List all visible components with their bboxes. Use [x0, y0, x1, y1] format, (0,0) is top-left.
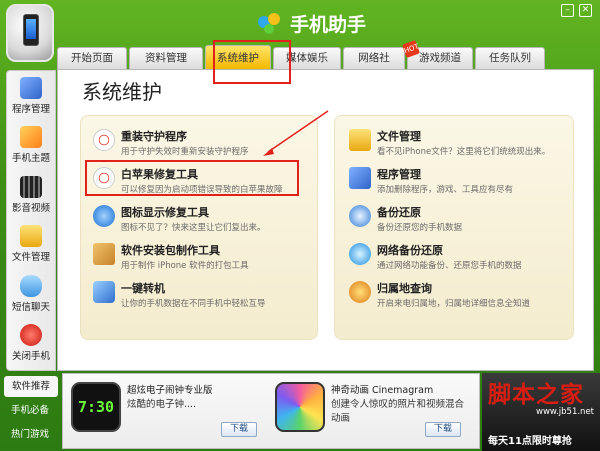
tool-highlight-box	[85, 160, 299, 196]
advertisement[interactable]: 脚本之家 www.jb51.net 每天11点限时尊抢	[482, 373, 600, 451]
tab-community[interactable]: 网络社区	[343, 47, 405, 85]
tab-task-queue[interactable]: 任务队列	[475, 47, 545, 69]
sms-icon	[20, 274, 42, 297]
page-title: 系统维护	[82, 80, 162, 104]
download-button[interactable]: 下载	[221, 422, 257, 437]
bottom-tab-recommended[interactable]: 软件推荐	[4, 376, 58, 397]
phone-logo-icon	[6, 4, 54, 62]
power-icon	[20, 324, 42, 347]
butterfly-logo-icon	[258, 12, 284, 35]
app-card-cinemagram: 神奇动画 Cinemagram 创建令人惊叹的照片和视频混合动画 下载	[275, 380, 475, 444]
cloud-backup-icon	[349, 243, 371, 265]
first-aid-icon	[93, 129, 115, 151]
app-name: 神奇动画 Cinemagram	[331, 385, 434, 396]
sidebar-item-power[interactable]: 关闭手机	[7, 319, 55, 369]
sidebar-item-files[interactable]: 文件管理	[7, 220, 55, 270]
apps-icon	[20, 76, 42, 99]
sidebar-item-themes[interactable]: 手机主题	[7, 121, 55, 171]
transfer-icon	[93, 281, 115, 303]
folder-icon	[349, 129, 371, 151]
ad-brand: 脚本之家	[488, 381, 584, 408]
minimize-icon[interactable]: –	[561, 4, 574, 17]
tool-reinstall-daemon[interactable]: 重装守护程序 用于守护失效时重新安装守护程序	[93, 128, 249, 157]
sidebar-item-video[interactable]: 影音视频	[7, 170, 55, 220]
tool-one-click-transfer[interactable]: 一键转机 让你的手机数据在不同手机中轻松互导	[93, 280, 266, 309]
tool-file-management[interactable]: 文件管理 看不见iPhone文件？这里将它们统统现出来。	[349, 128, 550, 157]
apps-icon	[349, 167, 371, 189]
app-desc: 炫酷的电子钟....	[127, 399, 197, 410]
ad-site: www.jb51.net	[536, 407, 595, 417]
cinemagram-app-icon[interactable]	[275, 382, 325, 432]
tool-icon-repair[interactable]: 图标显示修复工具 图标不见了？快来这里让它们复出来。	[93, 204, 266, 233]
tab-highlight-box	[213, 40, 291, 84]
app-title: 手机助手	[258, 10, 366, 37]
app-recommendations: 7:30 超炫电子闹钟专业版 炫酷的电子钟.... 下载 神奇动画 Cinema…	[62, 373, 480, 449]
tool-app-management[interactable]: 程序管理 添加删除程序，游戏、工具应有尽有	[349, 166, 513, 195]
clock-app-icon[interactable]: 7:30	[71, 382, 121, 432]
bottom-tab-hot-games[interactable]: 热门游戏	[0, 424, 60, 445]
app-name: 超炫电子闹钟专业版	[127, 385, 213, 396]
theme-icon	[20, 126, 42, 149]
film-icon	[20, 175, 42, 198]
package-icon	[93, 243, 115, 265]
tool-package-maker[interactable]: 软件安装包制作工具 用于制作 iPhone 软件的打包工具	[93, 242, 249, 271]
app-title-text: 手机助手	[290, 14, 367, 36]
bottom-tab-essentials[interactable]: 手机必备	[0, 400, 60, 421]
tools-card-right: 文件管理 看不见iPhone文件？这里将它们统统现出来。 程序管理 添加删除程序，游…	[334, 115, 574, 340]
location-icon	[349, 281, 371, 303]
tool-network-backup[interactable]: 网络备份还原 通过网络功能备份、还原您手机的数据	[349, 242, 522, 271]
ad-promo: 每天11点限时尊抢	[488, 436, 572, 447]
tab-start[interactable]: 开始页面	[57, 47, 127, 69]
tool-backup-restore[interactable]: 备份还原 备份还原您的手机数据	[349, 204, 462, 233]
sidebar: 程序管理 手机主题 影音视频 文件管理 短信聊天 关闭手机	[6, 70, 56, 371]
bottom-tabs: 软件推荐 手机必备 热门游戏	[0, 373, 60, 451]
download-button[interactable]: 下载	[425, 422, 461, 437]
sidebar-item-sms[interactable]: 短信聊天	[7, 269, 55, 319]
folder-icon	[20, 225, 42, 248]
app-card-clock: 7:30 超炫电子闹钟专业版 炫酷的电子钟.... 下载	[71, 380, 271, 444]
icon-repair-icon	[93, 205, 115, 227]
tools-card-left: 重装守护程序 用于守护失效时重新安装守护程序 白苹果修复工具 可以修复因为启动项错误…	[80, 115, 318, 340]
tab-games[interactable]: HOT 游戏频道	[402, 40, 473, 69]
main-tabs: 开始页面 资料管理 系统维护 媒体娱乐 网络社区 HOT游戏频道 任务队列	[57, 40, 545, 85]
clock-app-time: 7:30	[77, 398, 115, 416]
main-panel: 系统维护 重装守护程序 用于守护失效时重新安装守护程序 白苹果修复工具 可以修复因为…	[57, 69, 594, 371]
tool-location-lookup[interactable]: 归属地查询 开启来电归属地，归属地详细信息全知道	[349, 280, 530, 309]
sidebar-item-apps[interactable]: 程序管理	[7, 71, 55, 121]
tab-data-management[interactable]: 资料管理	[129, 47, 203, 69]
app-window: 手机助手 – ✕ 开始页面 资料管理 系统维护 媒体娱乐 网络社区 HOT游戏频…	[0, 0, 600, 451]
close-icon[interactable]: ✕	[579, 4, 592, 17]
backup-icon	[349, 205, 371, 227]
